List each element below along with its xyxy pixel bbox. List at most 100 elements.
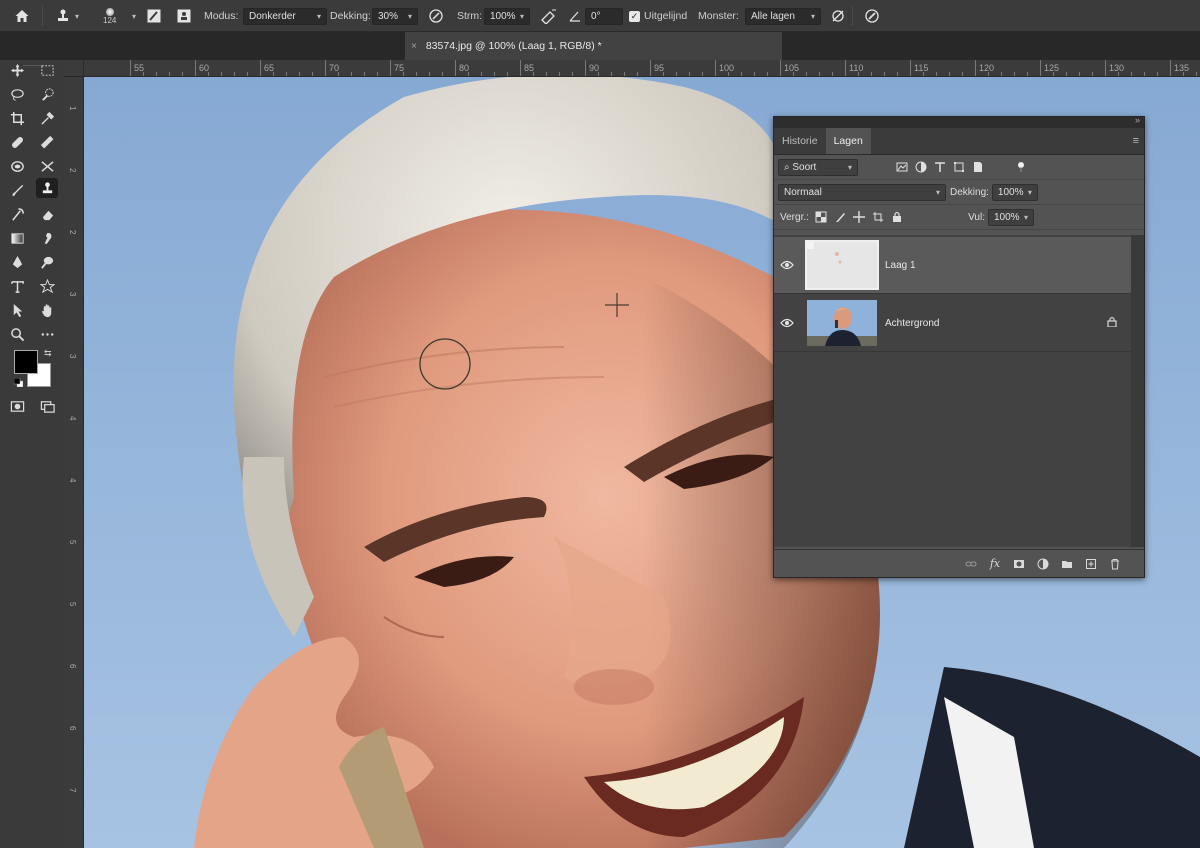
- quick-mask-icon[interactable]: [6, 396, 28, 416]
- default-colors-icon[interactable]: [13, 377, 24, 388]
- sample-dropdown[interactable]: Alle lagen ▾: [745, 7, 821, 25]
- gradient-tool-icon[interactable]: [6, 228, 28, 248]
- layer-name[interactable]: Laag 1: [885, 260, 1131, 271]
- swap-colors-icon[interactable]: ⇆: [44, 348, 52, 359]
- ruler-label: 6: [68, 726, 77, 731]
- foreground-color-swatch[interactable]: [14, 350, 38, 374]
- type-tool-icon[interactable]: [6, 276, 28, 296]
- clone-stamp-tool-icon[interactable]: [36, 178, 58, 198]
- clone-source-icon[interactable]: [176, 0, 192, 32]
- screen-mode-icon[interactable]: [36, 396, 58, 416]
- lock-transparency-icon[interactable]: [814, 210, 828, 224]
- trash-icon[interactable]: [1108, 557, 1122, 571]
- ruler-origin[interactable]: [64, 60, 84, 77]
- spot-healing-tool-icon[interactable]: [6, 132, 28, 152]
- pressure-opacity-icon[interactable]: [428, 0, 444, 32]
- link-icon[interactable]: [964, 557, 978, 571]
- close-tab-icon[interactable]: ×: [411, 41, 417, 52]
- panel-titlebar[interactable]: »: [774, 115, 1144, 128]
- panel-scrollbar[interactable]: [1131, 235, 1144, 547]
- chevron-down-icon[interactable]: ▾: [132, 0, 136, 32]
- panel-tabs: Historie Lagen ≡: [774, 128, 1144, 155]
- more-tools-icon[interactable]: [36, 324, 58, 344]
- ruler-minor-tick: [143, 72, 144, 76]
- angle-field[interactable]: 0°: [585, 7, 623, 25]
- ruler-minor-tick: [689, 72, 690, 76]
- crop-tool-icon[interactable]: [6, 108, 28, 128]
- ruler-minor-tick: [793, 72, 794, 76]
- path-selection-tool-icon[interactable]: [6, 300, 28, 320]
- folder-icon[interactable]: [1060, 557, 1074, 571]
- panel-menu-icon[interactable]: ≡: [1133, 135, 1139, 147]
- pen-tool-icon[interactable]: [6, 252, 28, 272]
- filter-shape-icon[interactable]: [952, 160, 966, 174]
- clone-stamp-preset-icon[interactable]: ▾: [55, 0, 79, 32]
- lock-position-icon[interactable]: [852, 210, 866, 224]
- tab-history[interactable]: Historie: [774, 128, 826, 154]
- filter-type-icon[interactable]: [933, 160, 947, 174]
- layer-opacity-field[interactable]: 100% ▾: [991, 183, 1038, 201]
- visibility-eye-icon[interactable]: [774, 260, 800, 270]
- lasso-tool-icon[interactable]: [6, 84, 28, 104]
- mask-icon[interactable]: [1012, 557, 1026, 571]
- brush-size-picker[interactable]: 124: [103, 0, 116, 32]
- blend-mode-dropdown[interactable]: Normaal ▾: [778, 183, 946, 201]
- marquee-tool-icon[interactable]: [36, 60, 58, 80]
- layers-panel-footer: fx: [774, 549, 1144, 577]
- opacity-field[interactable]: 30% ▾: [372, 7, 418, 25]
- move-tool-icon[interactable]: [6, 60, 28, 80]
- filter-toggle-icon[interactable]: [1014, 160, 1028, 174]
- filter-pixel-icon[interactable]: [895, 160, 909, 174]
- flow-field[interactable]: 100% ▾: [484, 7, 530, 25]
- mode-dropdown[interactable]: Donkerder ▾: [243, 7, 327, 25]
- filter-smart-object-icon[interactable]: [971, 160, 985, 174]
- lock-all-icon[interactable]: [890, 210, 904, 224]
- ruler-minor-tick: [507, 72, 508, 76]
- home-icon[interactable]: [14, 0, 30, 32]
- airbrush-icon[interactable]: [540, 0, 558, 32]
- layer-filter-dropdown[interactable]: ⌕ Soort ▾: [778, 158, 858, 176]
- layer-filter-row: ⌕ Soort ▾: [774, 155, 1144, 180]
- eraser-tool-icon[interactable]: [36, 204, 58, 224]
- ruler-major-tick: [195, 60, 196, 76]
- ruler-minor-tick: [988, 72, 989, 76]
- brush-settings-icon[interactable]: [146, 0, 162, 32]
- quick-selection-tool-icon[interactable]: [36, 84, 58, 104]
- smudge-tool-icon[interactable]: [36, 228, 58, 248]
- ruler-tool-icon[interactable]: [36, 132, 58, 152]
- horizontal-ruler[interactable]: 55 60 65 70 75 80 85 90 95 100 105 110 115 120 125 130 1…: [84, 60, 1200, 77]
- patch-tool-icon[interactable]: [6, 156, 28, 176]
- content-aware-move-icon[interactable]: [36, 156, 58, 176]
- new-layer-icon[interactable]: [1084, 557, 1098, 571]
- layer-row[interactable]: Laag 1: [774, 237, 1131, 294]
- lock-icon[interactable]: [1107, 316, 1117, 330]
- collapse-panel-icon[interactable]: »: [1135, 115, 1140, 125]
- brush-tool-icon[interactable]: [6, 180, 28, 200]
- shape-tool-icon[interactable]: [36, 276, 58, 296]
- history-brush-tool-icon[interactable]: [6, 204, 28, 224]
- document-tab[interactable]: × 83574.jpg @ 100% (Laag 1, RGB/8) *: [405, 32, 782, 60]
- adjustment-icon[interactable]: [1036, 557, 1050, 571]
- ignore-adjustment-layers-icon[interactable]: [830, 0, 846, 32]
- tab-layers[interactable]: Lagen: [825, 128, 871, 154]
- ruler-label: 4: [68, 478, 77, 483]
- layer-row[interactable]: Achtergrond: [774, 295, 1131, 352]
- visibility-eye-icon[interactable]: [774, 318, 800, 328]
- hand-tool-icon[interactable]: [36, 300, 58, 320]
- ruler-major-tick: [520, 60, 521, 76]
- vertical-ruler[interactable]: 1223344556677: [64, 60, 84, 848]
- eyedropper-tool-icon[interactable]: [36, 108, 58, 128]
- layer-name[interactable]: Achtergrond: [885, 318, 1107, 329]
- ruler-major-tick: [650, 60, 651, 76]
- aligned-checkbox[interactable]: ✓ Uitgelijnd: [629, 0, 687, 32]
- ruler-minor-tick: [949, 72, 950, 76]
- fx-icon[interactable]: fx: [988, 557, 1002, 571]
- ruler-minor-tick: [1014, 72, 1015, 76]
- fill-field[interactable]: 100% ▾: [988, 208, 1034, 226]
- pressure-size-icon[interactable]: [864, 0, 880, 32]
- filter-adjustment-icon[interactable]: [914, 160, 928, 174]
- dodge-tool-icon[interactable]: [36, 252, 58, 272]
- lock-artboard-icon[interactable]: [871, 210, 885, 224]
- lock-pixels-icon[interactable]: [833, 210, 847, 224]
- zoom-tool-icon[interactable]: [6, 324, 28, 344]
